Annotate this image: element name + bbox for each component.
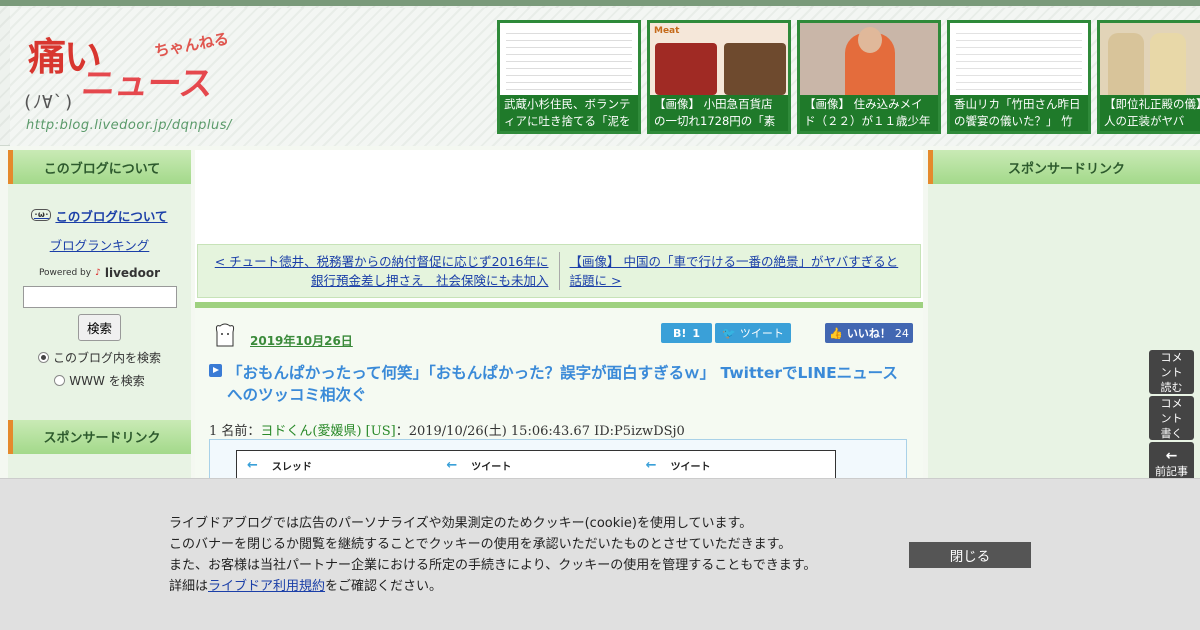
thumbnail-card[interactable]: 武蔵小杉住民、ボランティアに吐き捨てる「泥を集め — [497, 20, 641, 134]
ad-space — [195, 150, 923, 244]
cookie-banner: ライブドアブログでは広告のパーソナライズや効果測定のためクッキー(cookie)… — [0, 478, 1200, 630]
about-link[interactable]: ･ω･ このブログについて — [31, 206, 168, 225]
blog-ranking-link[interactable]: ブログランキング — [18, 235, 181, 254]
tweet-label: ツイート — [739, 327, 784, 340]
terms-link[interactable]: ライブドア利用規約 — [208, 579, 325, 594]
cookie-line-4: 詳細はライブドア利用規約をご確認ください。 — [169, 579, 443, 594]
radio-button[interactable] — [54, 374, 66, 386]
tw-col: ← ツイート — [645, 457, 711, 473]
thumbnail-image — [950, 23, 1088, 101]
next-article-link[interactable]: 【画像】 中国の「車で行ける一番の絶景」がヤバすぎると話題に > — [560, 252, 921, 290]
article-title[interactable]: 「おもんぱかったって何笑」「おもんぱかった？誤字が面白すぎるｗ」 Twitter… — [227, 362, 899, 406]
back-arrow-icon: ← — [247, 457, 258, 473]
logo-face: (ﾉ∀`) — [22, 92, 75, 113]
site-logo[interactable]: 痛い ちゃんねる ニュース (ﾉ∀`) http:blog.livedoor.j… — [22, 26, 237, 141]
tweet-button[interactable]: 🐦 ツイート — [715, 323, 791, 343]
close-button[interactable]: 閉じる — [909, 542, 1031, 568]
livedoor-icon: ♪ — [95, 267, 101, 278]
livedoor-brand: livedoor — [104, 265, 161, 280]
search-button[interactable]: 検索 — [77, 313, 121, 341]
tw-col: ← スレッド — [247, 457, 312, 473]
logo-url: http:blog.livedoor.jp/dqnplus/ — [26, 118, 232, 133]
facebook-like-button[interactable]: 👍 いいね！ 24 — [825, 323, 913, 343]
thumbnail-card[interactable]: 【即位礼正殿の儀】恵夫人の正装がヤバ — [1097, 20, 1200, 134]
thumbnail-card[interactable]: 【画像】 住み込みメイド（２２）が１１歳少年を数 — [797, 20, 941, 134]
logo-kana: ニュース — [79, 64, 215, 104]
hatena-count: 1 — [692, 326, 701, 340]
read-comments-button[interactable]: コメント読む — [1149, 350, 1194, 394]
site-header: 痛い ちゃんねる ニュース (ﾉ∀`) http:blog.livedoor.j… — [0, 0, 1200, 146]
radio-button-checked[interactable] — [37, 351, 49, 363]
cookie-line-3: また、お客様は当社パートナー企業における所定の手続きにより、クッキーの使用を管理… — [169, 558, 817, 573]
response-name: ヨドくん(愛媛県) [US] — [260, 424, 396, 439]
about-link-label: このブログについて — [55, 208, 168, 224]
right-sponsor-heading: スポンサードリンク — [928, 150, 1200, 184]
face-icon: ･ω･ — [31, 209, 52, 221]
twitter-icon: 🐦 — [722, 326, 736, 340]
back-arrow-icon: ← — [446, 457, 458, 473]
thumbnail-card[interactable]: 香山リカ「竹田さん昨日の饗宴の儀いた？」 竹田「旧 — [947, 20, 1091, 134]
powered-by-label: Powered by — [38, 267, 92, 278]
thumbnail-image — [800, 23, 938, 103]
radio-blog-label: このブログ内を検索 — [52, 350, 161, 365]
floating-buttons: コメント読む コメント書く ← 前記事 — [1149, 350, 1194, 488]
like-count: 24 — [894, 326, 909, 340]
thumbnail-caption: 【即位礼正殿の儀】恵夫人の正装がヤバ — [1100, 95, 1200, 131]
article-date[interactable]: 2019年10月26日 — [250, 332, 353, 349]
hatena-icon: B! — [672, 326, 687, 340]
thumbnail-image — [500, 23, 638, 101]
search-input[interactable] — [22, 285, 177, 308]
cookie-line-2: このバナーを閉じるか閲覧を継続することでクッキーの使用を承認いただいたものとさせ… — [169, 537, 792, 552]
thumbnail-image: Meat — [650, 23, 788, 101]
thumbnail-caption: 【画像】 小田急百貨店の一切れ1728円の「素敵ステー — [650, 95, 788, 131]
write-comment-button[interactable]: コメント書く — [1149, 396, 1194, 440]
thumbnail-caption: 香山リカ「竹田さん昨日の饗宴の儀いた？」 竹田「旧 — [950, 95, 1088, 131]
about-heading: このブログについて — [8, 150, 191, 184]
response-number: 1 名前： — [209, 424, 261, 439]
mascot-icon — [215, 323, 235, 347]
radio-search-www[interactable]: WWW を検索 — [18, 372, 181, 389]
about-box: ･ω･ このブログについて ブログランキング Powered by ♪ live… — [8, 184, 191, 401]
thumbnail-image-label: Meat — [654, 26, 680, 36]
radio-www-label: WWW を検索 — [69, 373, 145, 388]
featured-thumbnails: 武蔵小杉住民、ボランティアに吐き捨てる「泥を集め Meat 【画像】 小田急百貨… — [497, 20, 1200, 134]
thumbnail-image — [1100, 23, 1200, 101]
response-meta: ：2019/10/26(土) 15:06:43.67 ID:P5izwDSj0 — [395, 424, 685, 439]
play-icon — [209, 364, 222, 377]
thumbnail-caption: 【画像】 住み込みメイド（２２）が１１歳少年を数 — [800, 95, 938, 131]
radio-search-blog[interactable]: このブログ内を検索 — [18, 349, 181, 366]
like-label: いいね！ — [846, 327, 891, 340]
thumbnail-caption: 武蔵小杉住民、ボランティアに吐き捨てる「泥を集め — [500, 95, 638, 131]
back-arrow-icon: ← — [645, 457, 657, 473]
arrow-left-icon: ← — [1165, 448, 1178, 464]
powered-by-livedoor[interactable]: Powered by ♪ livedoor — [18, 266, 181, 280]
article-nav: < チュート徳井、税務署からの納付督促に応じず2016年に銀行預金差し押さえ 社… — [197, 244, 921, 298]
tw-col: ← ツイート — [446, 457, 512, 473]
header-top-bar — [0, 0, 1200, 6]
hatena-bookmark-button[interactable]: B! 1 — [661, 323, 712, 343]
cookie-text: ライブドアブログでは広告のパーソナライズや効果測定のためクッキー(cookie)… — [169, 513, 816, 597]
thumbs-up-icon: 👍 — [829, 326, 843, 340]
thumbnail-card[interactable]: Meat 【画像】 小田急百貨店の一切れ1728円の「素敵ステー — [647, 20, 791, 134]
prev-article-link[interactable]: < チュート徳井、税務署からの納付督促に応じず2016年に銀行預金差し押さえ 社… — [198, 252, 560, 290]
cookie-line-1: ライブドアブログでは広告のパーソナライズや効果測定のためクッキー(cookie)… — [169, 516, 753, 531]
response-header: 1 名前：ヨドくん(愛媛県) [US]：2019/10/26(土) 15:06:… — [209, 420, 685, 439]
left-sponsor-heading: スポンサードリンク — [8, 419, 191, 454]
